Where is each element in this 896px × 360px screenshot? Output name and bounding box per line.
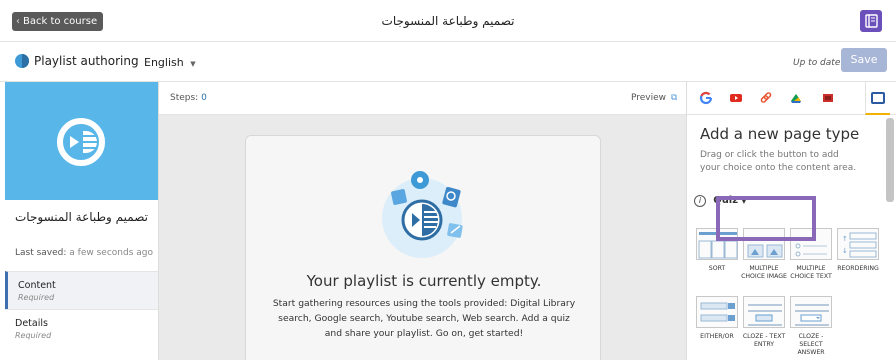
svg-text:↓: ↓: [842, 247, 848, 255]
language-value: English: [144, 56, 184, 69]
empty-state-description: Start gathering resources using the tool…: [272, 298, 576, 339]
steps-bar: Steps: 0 Preview ⧉: [159, 82, 687, 115]
last-saved: Last saved: a few seconds ago: [15, 248, 153, 258]
panel-scrollbar[interactable]: [886, 118, 894, 202]
page-types-icon: [871, 92, 885, 104]
cloze-select-answer-thumbnail: [790, 296, 832, 328]
qtype-caption: CLOZE - TEXT ENTRY: [742, 333, 786, 348]
qtype-caption: CLOZE - SELECT ANSWER: [797, 333, 825, 356]
sidebar-item-details[interactable]: Details Required: [5, 309, 158, 347]
save-status: Up to date: [793, 58, 841, 68]
playlist-logo-icon: [57, 118, 105, 166]
reordering-thumbnail: ↑ ↓: [837, 228, 879, 260]
preview-link[interactable]: Preview ⧉: [631, 93, 677, 103]
library-icon[interactable]: [821, 91, 835, 105]
content-area: Steps: 0 Preview ⧉ Your playlist is curr…: [158, 82, 687, 360]
qtype-caption: EITHER/OR: [700, 333, 734, 340]
qtype-caption: MULTIPLE CHOICE TEXT: [790, 265, 832, 280]
either-or-thumbnail: [696, 296, 738, 328]
youtube-icon[interactable]: [729, 91, 743, 105]
empty-playlist-illustration: [372, 166, 472, 266]
sidebar: تصميم وطباعة المنسوجات Last saved: a few…: [5, 82, 158, 360]
sidebar-item-sub: Required: [18, 293, 55, 302]
save-button[interactable]: Save: [841, 48, 887, 72]
highlight-box: [716, 196, 816, 241]
authoring-bar: Playlist authoring English ▼ Up to date …: [0, 42, 896, 82]
tools-tabs: [687, 82, 896, 115]
drive-icon[interactable]: [789, 91, 803, 105]
info-icon: i: [694, 195, 706, 207]
cloze-text-entry-thumbnail: [743, 296, 785, 328]
google-icon[interactable]: [699, 91, 713, 105]
steps-counter: Steps: 0: [170, 93, 207, 103]
qtype-cloze-select-answer[interactable]: CLOZE - SELECT ANSWER: [788, 296, 834, 357]
sidebar-item-label: Details: [15, 318, 48, 329]
link-icon[interactable]: [759, 91, 773, 105]
last-saved-when: a few seconds ago: [69, 248, 153, 258]
course-title: تصميم وطباعة المنسوجات: [381, 14, 515, 28]
last-saved-prefix: Last saved:: [15, 248, 67, 258]
add-page-type-description: Drag or click the button to add your cho…: [700, 150, 857, 173]
qtype-caption: SORT: [708, 265, 726, 272]
playlist-cover: [5, 82, 158, 200]
language-dropdown[interactable]: English ▼: [144, 56, 196, 69]
sidebar-item-content[interactable]: Content Required: [5, 271, 158, 309]
steps-count: 0: [201, 93, 207, 103]
qtype-caption: MULTIPLE CHOICE IMAGE: [741, 265, 787, 280]
caret-down-icon: ▼: [190, 60, 196, 68]
preview-label: Preview: [631, 93, 667, 103]
empty-state-card: Your playlist is currently empty. Start …: [245, 135, 601, 360]
external-link-icon: ⧉: [670, 93, 678, 103]
qtype-reordering[interactable]: ↑ ↓ REORDERING: [835, 228, 881, 273]
playlist-icon: [15, 54, 29, 68]
qtype-caption: REORDERING: [837, 265, 879, 272]
sidebar-item-label: Content: [18, 280, 56, 291]
book-icon[interactable]: [860, 10, 882, 32]
qtype-cloze-text-entry[interactable]: CLOZE - TEXT ENTRY: [741, 296, 787, 349]
sidebar-item-sub: Required: [15, 331, 52, 340]
steps-label: Steps:: [170, 93, 199, 103]
svg-text:↑: ↑: [842, 235, 848, 243]
playlist-title: تصميم وطباعة المنسوجات: [15, 210, 148, 224]
add-page-type-title: Add a new page type: [700, 125, 860, 143]
page-types-tab[interactable]: [865, 82, 890, 115]
empty-state-title: Your playlist is currently empty.: [306, 272, 542, 290]
top-bar: ‹ Back to course تصميم وطباعة المنسوجات: [0, 0, 896, 42]
playlist-authoring-label: Playlist authoring: [34, 54, 139, 68]
qtype-either-or[interactable]: EITHER/OR: [694, 296, 740, 341]
